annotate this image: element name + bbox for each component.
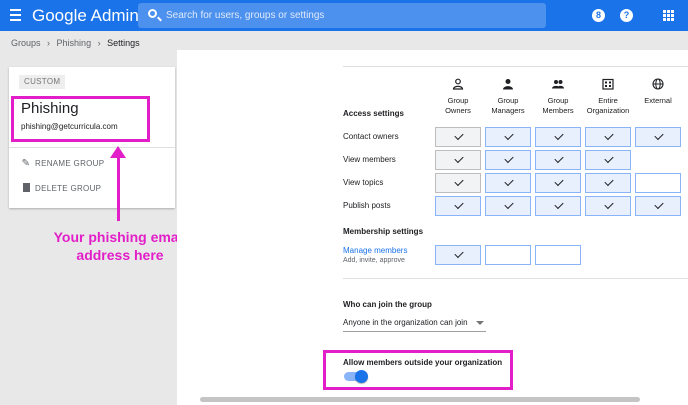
breadcrumb-phishing[interactable]: Phishing bbox=[57, 38, 92, 48]
checkbox-publish-posts-external[interactable] bbox=[635, 196, 681, 216]
divider bbox=[343, 278, 688, 279]
app-title[interactable]: Google Admin bbox=[32, 6, 139, 26]
checkbox-view-topics-owners[interactable] bbox=[435, 173, 481, 193]
custom-badge: CUSTOM bbox=[19, 75, 66, 89]
checkbox-publish-posts-managers[interactable] bbox=[485, 196, 531, 216]
top-bar: Google Admin 8 ? bbox=[0, 0, 688, 31]
access-settings-title: Access settings bbox=[343, 109, 404, 118]
checkbox-view-members-managers[interactable] bbox=[485, 150, 531, 170]
trash-icon bbox=[23, 183, 30, 192]
checkbox-contact-owners-organization[interactable] bbox=[585, 127, 631, 147]
divider bbox=[9, 147, 175, 148]
checkbox-view-topics-members[interactable] bbox=[535, 173, 581, 193]
checkbox-publish-posts-owners[interactable] bbox=[435, 196, 481, 216]
checkbox-contact-owners-external[interactable] bbox=[635, 127, 681, 147]
checkbox-view-members-organization[interactable] bbox=[585, 150, 631, 170]
apps-grid-icon[interactable] bbox=[663, 10, 674, 21]
highlight-box-group bbox=[11, 96, 150, 142]
checkbox-contact-owners-members[interactable] bbox=[535, 127, 581, 147]
person-outline-icon bbox=[452, 78, 464, 90]
horizontal-scrollbar[interactable] bbox=[200, 397, 640, 402]
chevron-right-icon: › bbox=[97, 38, 101, 48]
column-external: External bbox=[633, 78, 683, 106]
checkbox-publish-posts-members[interactable] bbox=[535, 196, 581, 216]
checkbox-view-members-members[interactable] bbox=[535, 150, 581, 170]
breadcrumb: Groups › Phishing › Settings bbox=[11, 38, 140, 48]
checkbox-view-topics-organization[interactable] bbox=[585, 173, 631, 193]
checkbox-manage-members-owners[interactable] bbox=[435, 245, 481, 265]
checkbox-contact-owners-managers[interactable] bbox=[485, 127, 531, 147]
dropdown-caret-icon bbox=[476, 321, 484, 325]
checkbox-manage-members-members[interactable] bbox=[535, 245, 581, 265]
account-circle-icon[interactable]: 8 bbox=[592, 9, 605, 22]
breadcrumb-settings: Settings bbox=[107, 38, 140, 48]
column-group-owners: Group Owners bbox=[433, 78, 483, 116]
menu-icon[interactable] bbox=[10, 9, 21, 21]
search-icon bbox=[148, 9, 157, 18]
column-group-managers: Group Managers bbox=[483, 78, 533, 116]
breadcrumb-groups[interactable]: Groups bbox=[11, 38, 41, 48]
who-can-join-select[interactable]: Anyone in the organization can join bbox=[343, 318, 486, 332]
manage-members-link[interactable]: Manage members bbox=[343, 246, 407, 255]
row-contact-owners: Contact owners bbox=[343, 132, 399, 141]
checkbox-manage-members-managers[interactable] bbox=[485, 245, 531, 265]
checkbox-view-members-owners[interactable] bbox=[435, 150, 481, 170]
globe-icon bbox=[652, 78, 664, 90]
delete-group-button[interactable]: DELETE GROUP bbox=[21, 183, 101, 193]
checkbox-view-topics-external[interactable] bbox=[635, 173, 681, 193]
search-input[interactable] bbox=[166, 3, 536, 28]
pencil-icon: ✎ bbox=[21, 158, 31, 169]
chevron-right-icon: › bbox=[47, 38, 51, 48]
membership-settings-title: Membership settings bbox=[343, 227, 424, 236]
divider bbox=[343, 66, 688, 67]
row-view-members: View members bbox=[343, 155, 396, 164]
rename-group-button[interactable]: ✎ RENAME GROUP bbox=[21, 158, 104, 169]
search-box[interactable] bbox=[138, 3, 546, 28]
annotation-text: Your phishing email address here bbox=[53, 229, 187, 263]
checkbox-contact-owners-owners[interactable] bbox=[435, 127, 481, 147]
column-group-members: Group Members bbox=[533, 78, 583, 116]
arrow-shaft bbox=[117, 155, 120, 221]
person-icon bbox=[503, 79, 513, 90]
column-entire-organization: Entire Organization bbox=[583, 78, 633, 116]
help-icon[interactable]: ? bbox=[620, 9, 633, 22]
row-publish-posts: Publish posts bbox=[343, 201, 391, 210]
checkbox-view-topics-managers[interactable] bbox=[485, 173, 531, 193]
highlight-box-allow-outside bbox=[323, 350, 513, 390]
manage-members-subtext: Add, invite, approve bbox=[343, 257, 405, 264]
who-can-join-title: Who can join the group bbox=[343, 300, 432, 309]
checkbox-publish-posts-organization[interactable] bbox=[585, 196, 631, 216]
building-icon bbox=[602, 78, 614, 90]
row-view-topics: View topics bbox=[343, 178, 384, 187]
people-icon bbox=[552, 80, 564, 89]
